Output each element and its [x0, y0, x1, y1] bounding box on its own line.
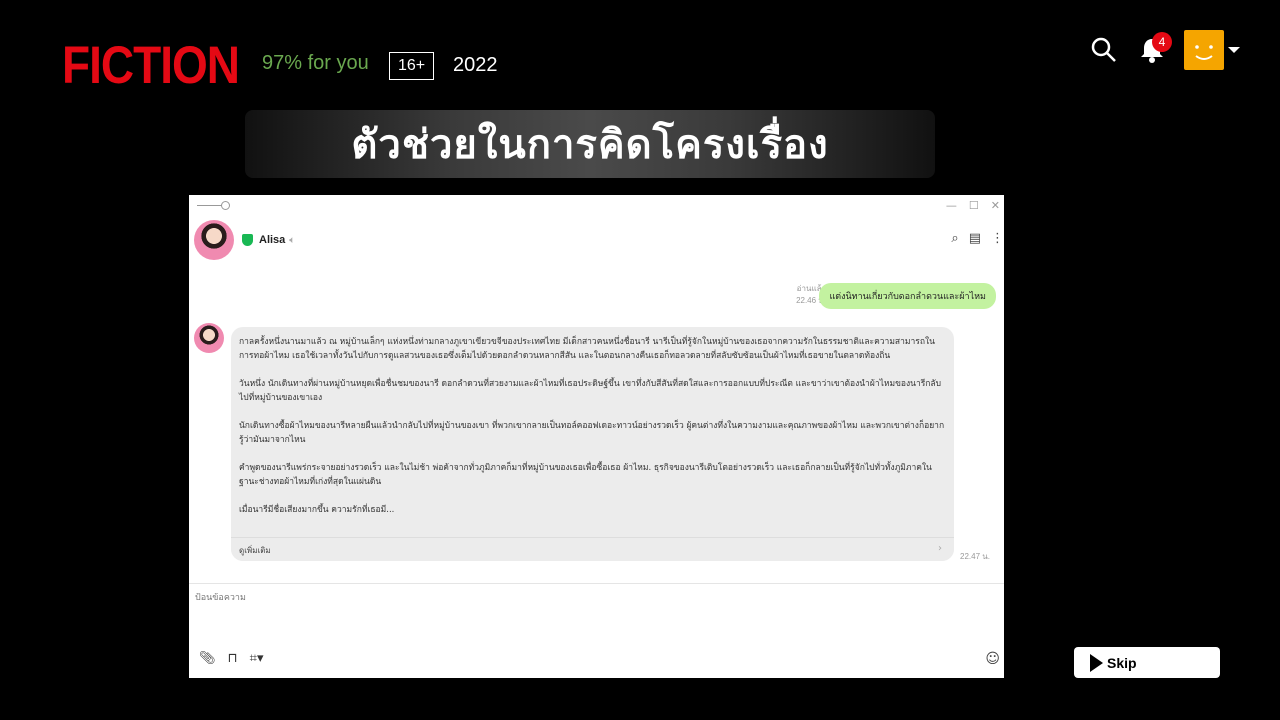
mute-speaker-icon: 🔈︎	[289, 234, 296, 246]
my-message-bubble[interactable]: แต่งนิทานเกี่ยวกับดอกลำดวนและผ้าไหม	[819, 283, 996, 309]
profile-avatar	[1184, 30, 1224, 70]
notification-badge: 4	[1152, 32, 1172, 52]
screenshot-crop-icon[interactable]: ⌗▾	[250, 651, 264, 666]
search-icon[interactable]	[1088, 30, 1120, 70]
bookmark-icon[interactable]: ⊓	[228, 651, 238, 666]
composer-toolbar: 📎︎ ⊓ ⌗▾	[199, 651, 264, 666]
release-year: 2022	[453, 54, 498, 76]
chevron-down-icon	[1228, 47, 1240, 53]
close-icon[interactable]: ✕	[991, 199, 1000, 212]
title-banner: ตัวช่วยในการคิดโครงเรื่อง	[245, 110, 935, 178]
sender-avatar[interactable]	[194, 323, 224, 353]
read-more-label: ดูเพิ่มเติม	[239, 546, 271, 555]
maturity-rating: 16+	[389, 52, 435, 80]
brand-logo: FICTION	[62, 34, 240, 95]
contact-name[interactable]: Alisa	[259, 234, 285, 246]
banner-title: ตัวช่วยในการคิดโครงเรื่อง	[351, 122, 829, 168]
message-input[interactable]	[195, 593, 895, 603]
reply-paragraph: นักเดินทางซื้อผ้าไหมของนารีหลายผืนแล้วนำ…	[239, 421, 945, 445]
more-options-icon[interactable]: ⋮	[991, 231, 1004, 246]
skip-button[interactable]: Skip	[1074, 647, 1220, 678]
reply-paragraph: คำพูดของนารีแพร่กระจายอย่างรวดเร็ว และใน…	[239, 463, 932, 487]
window-controls: — ☐ ✕	[946, 199, 1000, 212]
opacity-slider-handle[interactable]	[221, 201, 230, 210]
search-icon[interactable]: ⌕	[951, 231, 958, 246]
reply-paragraph: กาลครั้งหนึ่งนานมาแล้ว ณ หมู่บ้านเล็กๆ แ…	[239, 337, 935, 361]
verified-shield-icon	[242, 234, 253, 246]
chat-header: Alisa 🔈︎ ⌕ ▤ ⋮	[194, 219, 1004, 261]
notes-icon[interactable]: ▤	[969, 231, 981, 246]
chat-window: — ☐ ✕ Alisa 🔈︎ ⌕ ▤ ⋮ อ่านแล้ว 22.46 น. แ…	[189, 195, 1004, 678]
emoji-icon[interactable]: ☺	[985, 651, 1000, 667]
reply-paragraph: วันหนึ่ง นักเดินทางที่ผ่านหมู่บ้านหยุดเพ…	[239, 379, 942, 403]
chevron-right-icon: ›	[938, 543, 942, 554]
reply-message-bubble[interactable]: กาลครั้งหนึ่งนานมาแล้ว ณ หมู่บ้านเล็กๆ แ…	[231, 327, 954, 561]
attachment-icon[interactable]: 📎︎	[199, 651, 216, 666]
match-score: 97% for you	[262, 52, 369, 74]
contact-avatar[interactable]	[194, 220, 234, 260]
notifications-bell-icon[interactable]: 4	[1136, 30, 1172, 70]
chat-header-tools: ⌕ ▤ ⋮	[951, 231, 1004, 246]
top-right-toolbar: 4	[1088, 30, 1240, 70]
input-divider	[189, 583, 1004, 584]
reply-time: 22.47 น.	[960, 552, 990, 561]
play-icon	[1090, 653, 1103, 672]
skip-label: Skip	[1107, 654, 1137, 671]
player-screen: FICTION 97% for you 16+ 2022 4 ตัวช่วยใน…	[0, 0, 1280, 720]
read-more-link[interactable]: ดูเพิ่มเติม ›	[231, 537, 954, 561]
minimize-icon[interactable]: —	[946, 199, 957, 212]
profile-menu[interactable]	[1184, 30, 1240, 70]
reply-paragraph: เมื่อนารีมีชื่อเสียงมากขึ้น ความรักที่เธ…	[239, 505, 395, 515]
maximize-icon[interactable]: ☐	[969, 199, 979, 212]
